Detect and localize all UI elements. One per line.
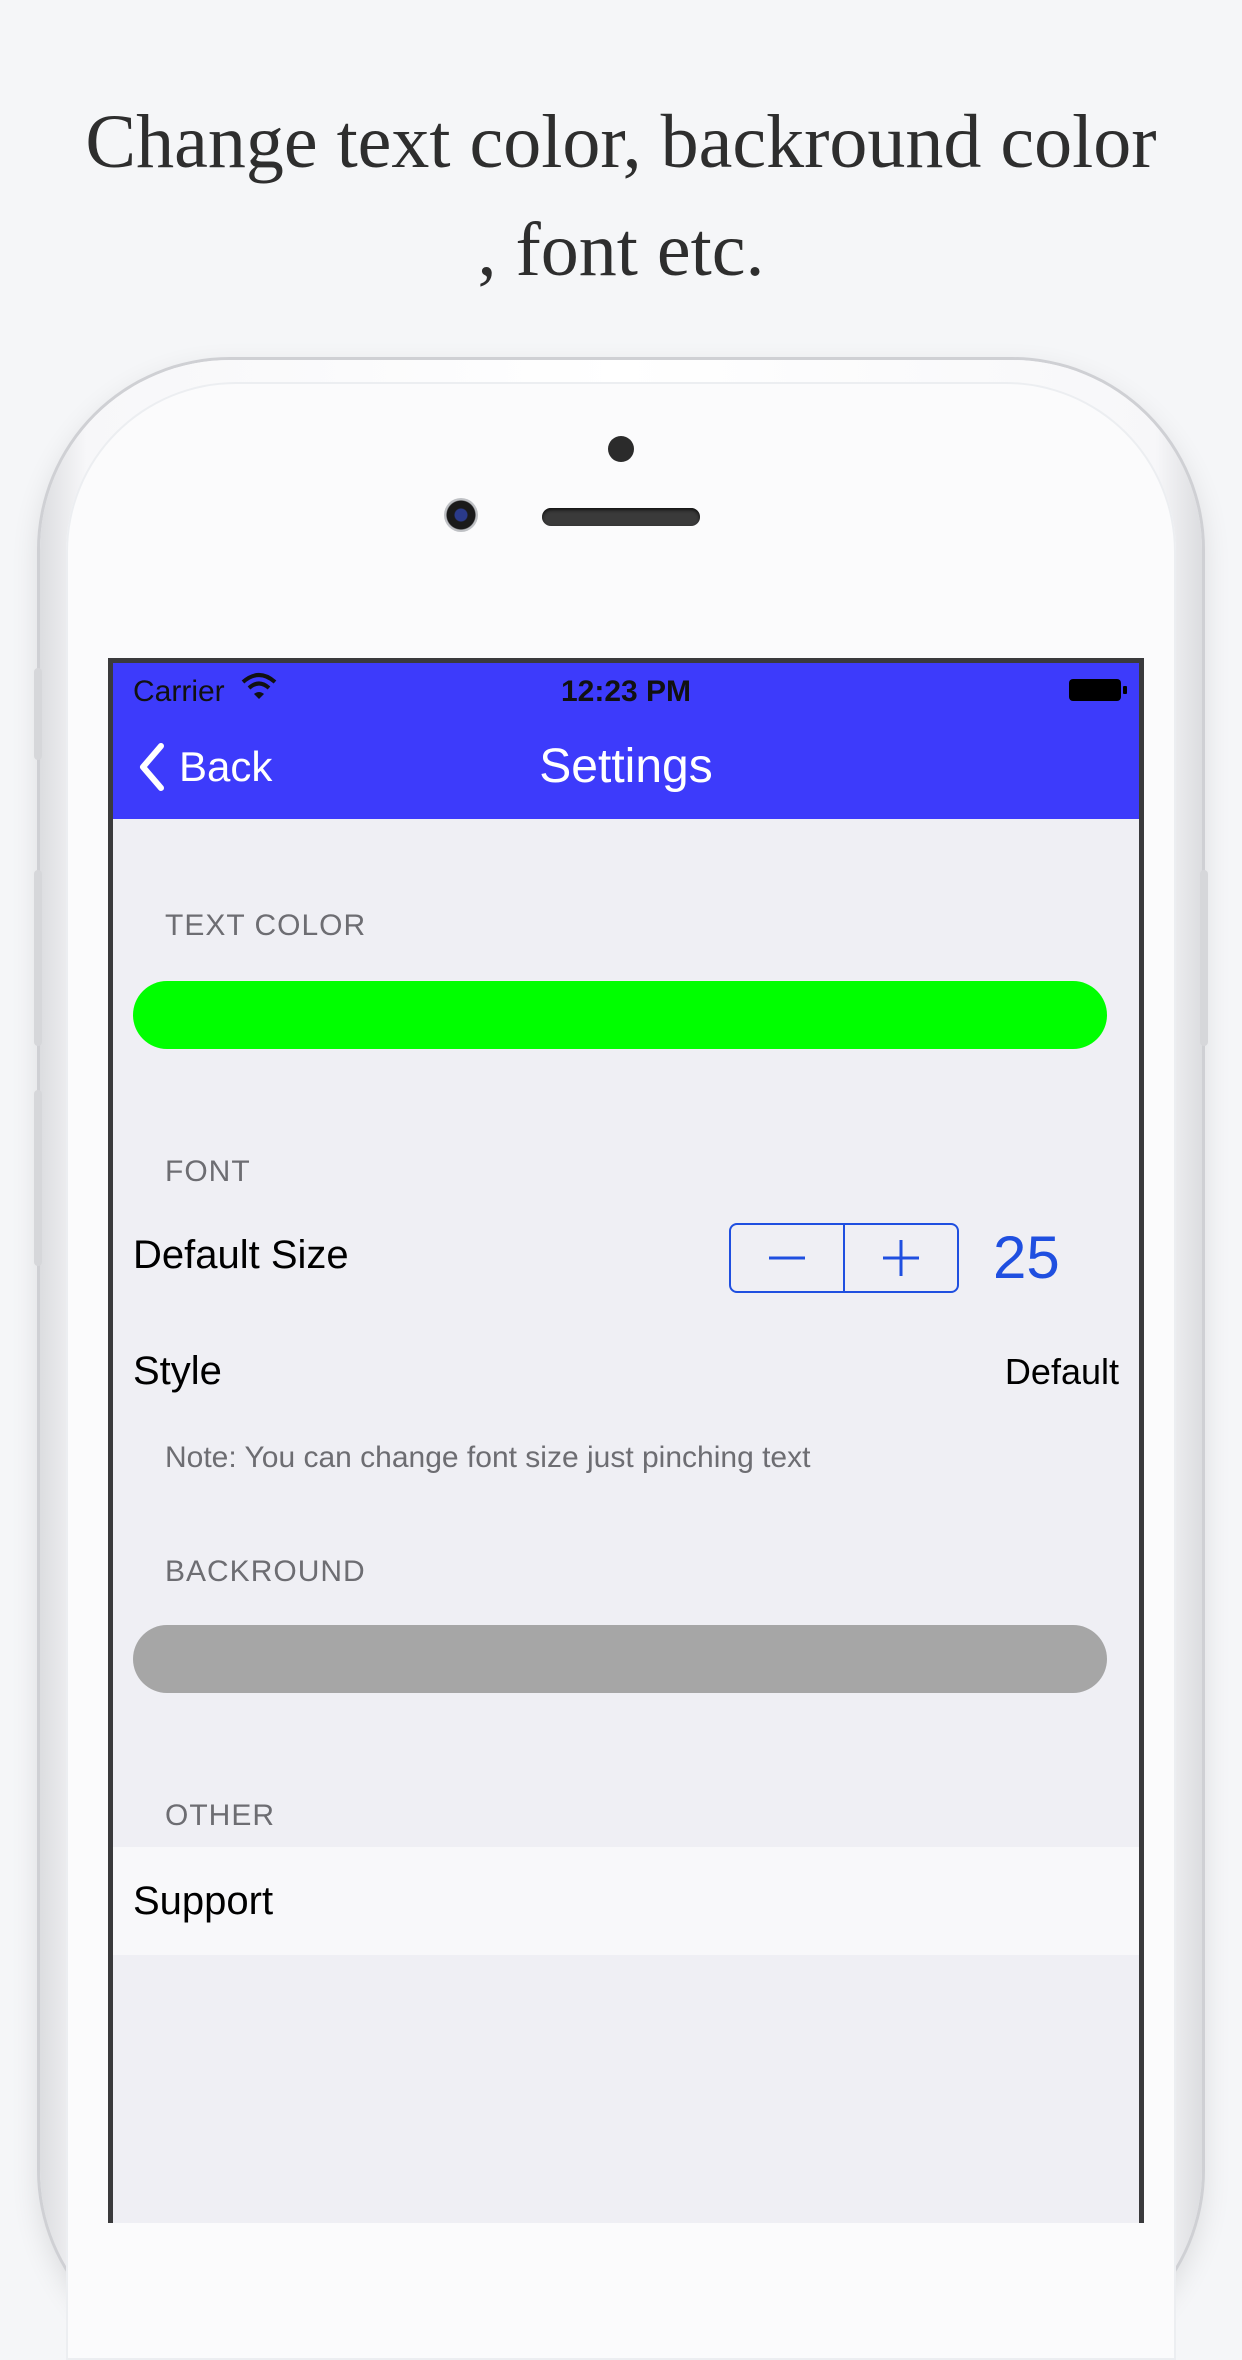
minus-icon <box>769 1256 805 1260</box>
side-button-volume-up <box>34 870 42 1046</box>
status-time: 12:23 PM <box>560 675 692 708</box>
plus-icon <box>883 1240 919 1276</box>
page-title: Settings <box>539 740 713 793</box>
app-screen: Carrier 12:23 PM Back Settings TEXT COLO… <box>108 658 1144 2223</box>
side-button-volume-down <box>34 1090 42 1266</box>
section-header-text-color: TEXT COLOR <box>165 909 367 942</box>
headline-line-2: , font etc. <box>477 208 765 292</box>
style-value[interactable]: Default <box>1005 1351 1119 1393</box>
support-label: Support <box>133 1879 274 1923</box>
support-row[interactable]: Support <box>113 1847 1139 1955</box>
decrement-button[interactable] <box>731 1225 843 1291</box>
side-button-mute <box>34 668 42 760</box>
side-button-power <box>1200 870 1208 1046</box>
section-header-background: BACKROUND <box>165 1555 366 1588</box>
headline: Change text color, backround color , fon… <box>0 88 1242 304</box>
background-color-swatch[interactable] <box>133 1625 1107 1693</box>
navigation-bar: Back Settings <box>113 717 1139 819</box>
earpiece-speaker <box>542 508 700 526</box>
headline-line-1: Change text color, backround color <box>85 100 1157 184</box>
font-size-stepper[interactable] <box>729 1223 959 1293</box>
increment-button[interactable] <box>845 1225 957 1291</box>
default-size-label: Default Size <box>133 1233 349 1277</box>
font-size-value: 25 <box>993 1224 1060 1291</box>
status-bar: Carrier 12:23 PM <box>113 663 1139 717</box>
battery-icon <box>1069 679 1127 701</box>
text-color-swatch[interactable] <box>133 981 1107 1049</box>
style-label: Style <box>133 1349 222 1393</box>
section-header-other: OTHER <box>165 1799 275 1832</box>
front-camera <box>444 498 478 532</box>
proximity-sensor <box>608 436 634 462</box>
font-note: Note: You can change font size just pinc… <box>165 1441 811 1474</box>
section-header-font: FONT <box>165 1155 251 1188</box>
